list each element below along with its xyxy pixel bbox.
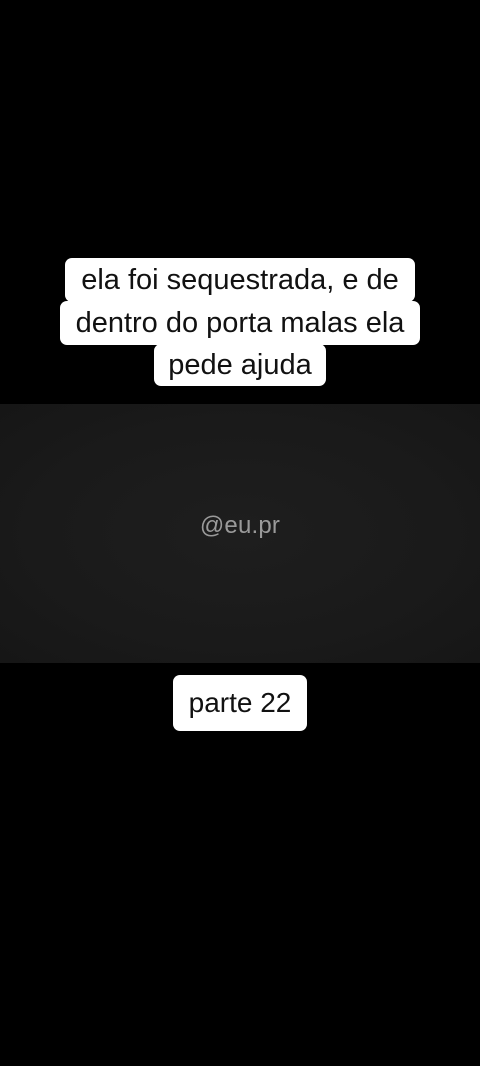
caption-line-3: pede ajuda xyxy=(154,344,326,386)
caption-line-1: ela foi sequestrada, e de xyxy=(65,258,415,302)
part-caption: parte 22 xyxy=(0,675,480,731)
watermark-handle: @eu.pr xyxy=(199,512,281,539)
caption-line-2: dentro do porta malas ela xyxy=(59,301,421,345)
part-label: parte 22 xyxy=(172,675,308,731)
caption-top: ela foi sequestrada, e de dentro do port… xyxy=(0,258,480,386)
